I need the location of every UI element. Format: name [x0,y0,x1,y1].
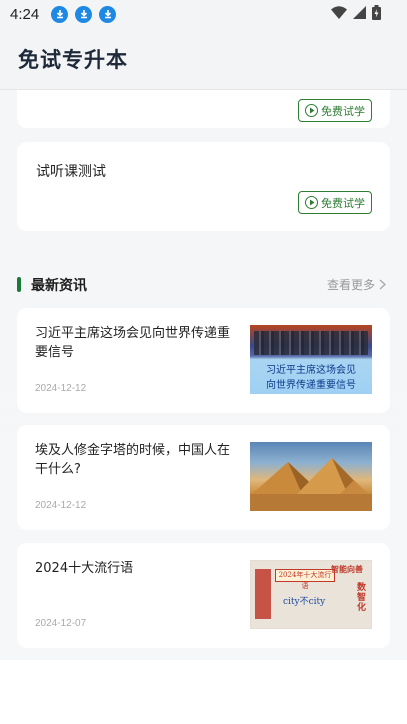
group-photo-graphic [254,331,368,355]
section-accent-bar [17,277,21,292]
news-title: 2024十大流行语 [35,561,134,576]
news-item[interactable]: 习近平主席这场会见向世界传递重要信号 2024-12-12 习近平主席这场会见 … [17,308,390,413]
news-title: 埃及人修金字塔的时候，中国人在干什么? [35,443,231,477]
content-area[interactable]: 免费试学 试听课测试 免费试学 最新资讯 查看更多 习近平主席这场会见向世界传递… [0,90,407,660]
course-card[interactable]: 试听课测试 免费试学 [17,142,390,231]
app-title: 免试专升本 [18,47,128,72]
news-thumbnail [250,442,372,511]
course-name: 试听课测试 [36,164,106,180]
free-trial-label: 免费试学 [321,196,365,210]
news-date: 2024-12-12 [35,500,87,511]
news-section-header: 最新资讯 查看更多 [17,275,390,295]
course-card[interactable]: 免费试学 [17,90,390,128]
thumbnail-text: city不city [283,597,326,607]
status-bar: 4:24 [0,0,407,28]
news-item[interactable]: 2024十大流行语 2024-12-07 2024年十大流行语 city不cit… [17,543,390,648]
thumbnail-banner: 2024年十大流行语 [275,569,335,590]
app-bar: 免试专升本 [0,28,407,90]
bottom-area [0,660,407,724]
news-date: 2024-12-12 [35,383,87,394]
status-time: 4:24 [10,5,40,23]
section-title: 最新资讯 [31,278,87,294]
play-icon [305,104,318,117]
play-icon [305,196,318,209]
chevron-right-icon [379,279,386,290]
wifi-icon [331,6,347,19]
thumbnail-caption-line: 向世界传递重要信号 [266,380,356,391]
news-title: 习近平主席这场会见向世界传递重要信号 [35,326,231,360]
see-more-label: 查看更多 [326,278,375,292]
download-notification-icon [99,5,117,23]
see-more-link[interactable]: 查看更多 [327,276,386,293]
free-trial-button[interactable]: 免费试学 [298,191,372,214]
decorative-block [255,569,271,619]
news-date: 2024-12-07 [35,618,87,629]
download-notification-icon [51,5,69,23]
free-trial-label: 免费试学 [321,104,365,118]
thumbnail-text: 数智化 [357,583,367,613]
thumbnail-text: 智能向善 [331,565,363,574]
signal-icon [353,6,366,19]
news-thumbnail: 习近平主席这场会见 向世界传递重要信号 [250,325,372,394]
download-notification-icon [75,5,93,23]
battery-icon [372,5,381,20]
thumbnail-caption-line: 习近平主席这场会见 [266,365,356,376]
news-thumbnail: 2024年十大流行语 city不city 智能向善 数智化 [250,560,372,629]
pyramids-image [250,458,372,511]
free-trial-button[interactable]: 免费试学 [298,99,372,122]
news-item[interactable]: 埃及人修金字塔的时候，中国人在干什么? 2024-12-12 [17,425,390,530]
